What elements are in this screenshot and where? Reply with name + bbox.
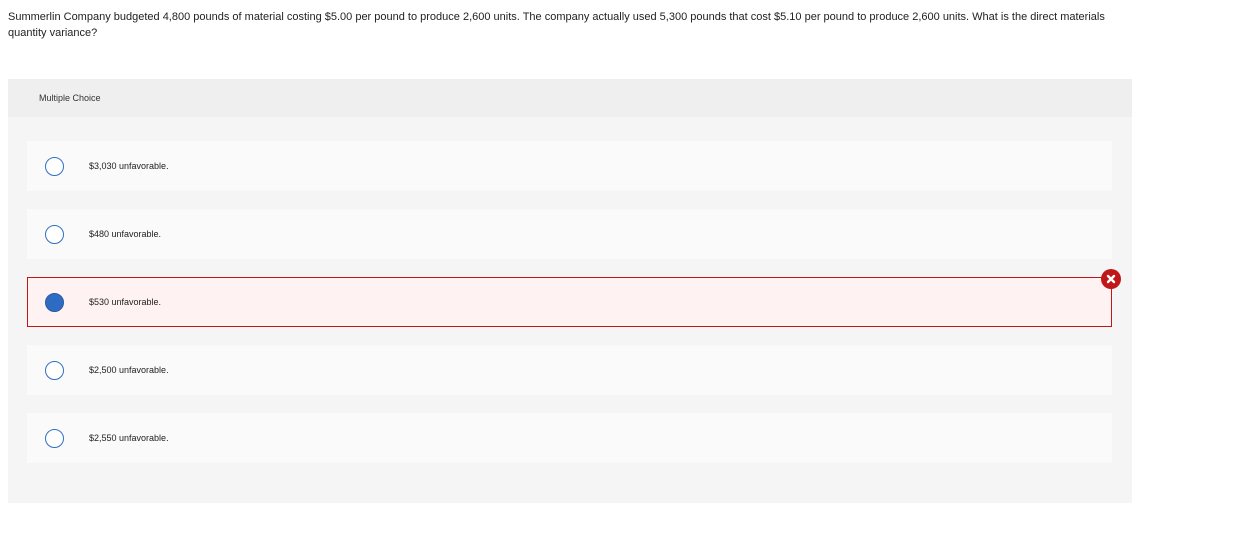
panel-header: Multiple Choice	[8, 79, 1132, 117]
choice-label: $2,500 unfavorable.	[89, 365, 169, 375]
choice-option-2[interactable]: $480 unfavorable.	[27, 209, 1112, 259]
choice-option-5[interactable]: $2,550 unfavorable.	[27, 413, 1112, 463]
radio-button-selected[interactable]	[45, 292, 64, 312]
choice-label: $480 unfavorable.	[89, 229, 162, 239]
radio-button[interactable]	[45, 360, 64, 380]
choice-label: $2,550 unfavorable.	[89, 433, 169, 443]
close-circle-icon	[1101, 269, 1121, 289]
radio-button[interactable]	[45, 156, 64, 176]
radio-button[interactable]	[45, 224, 64, 244]
multiple-choice-panel: Multiple Choice $3,030 unfavorable. $480…	[8, 79, 1132, 503]
radio-button[interactable]	[45, 428, 64, 448]
question-text: Summerlin Company budgeted 4,800 pounds …	[8, 11, 1105, 39]
choice-option-1[interactable]: $3,030 unfavorable.	[27, 141, 1112, 191]
choice-label: $3,030 unfavorable.	[89, 161, 169, 171]
choice-option-3[interactable]: $530 unfavorable.	[27, 269, 1121, 327]
choice-label: $530 unfavorable.	[89, 297, 162, 307]
choice-option-4[interactable]: $2,500 unfavorable.	[27, 345, 1112, 395]
